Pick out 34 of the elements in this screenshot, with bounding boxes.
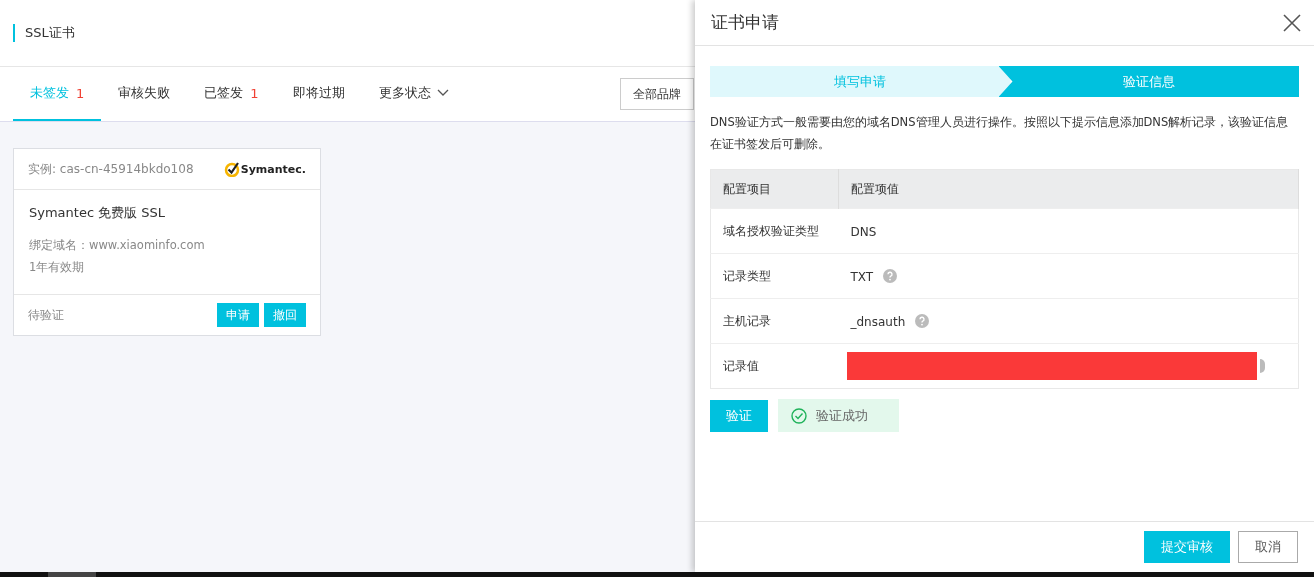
status-tab[interactable]: 即将过期 <box>275 67 362 121</box>
status-tab[interactable]: 审核失败 <box>101 67 188 121</box>
table-cell: TXT <box>850 269 874 284</box>
table-cell: 域名授权验证类型 <box>710 208 839 254</box>
help-icon[interactable] <box>883 269 897 284</box>
instance-id: 实例: cas-cn-45914bkdo108 <box>28 160 194 178</box>
bound-domain: 绑定域名：www.xiaominfo.com <box>29 237 206 254</box>
step-item: 填写申请 <box>710 66 1011 97</box>
step-item: 验证信息 <box>998 66 1299 97</box>
brand-logo: Symantec. <box>240 162 306 176</box>
validity-period: 1年有效期 <box>29 259 86 276</box>
help-icon[interactable] <box>915 314 930 329</box>
status-label: 待验证 <box>28 306 64 324</box>
help-icon[interactable] <box>1260 359 1266 373</box>
check-circle-icon <box>791 407 807 424</box>
status-tab[interactable]: 已签发 1 <box>187 67 276 121</box>
column-header: 配置项目 <box>710 169 839 209</box>
table-cell: _dnsauth <box>850 314 906 329</box>
table-cell: DNS <box>850 224 877 239</box>
instruction-text: DNS验证方式一般需要由您的域名DNS管理人员进行操作。按照以下提示信息添加DNS解析记录，该验证信息在证书签发后可删除。 <box>710 114 1290 153</box>
brand-filter-button[interactable]: 全部品牌 <box>620 78 694 110</box>
table-cell: 主机记录 <box>710 298 839 344</box>
table-cell: 记录值 <box>710 343 839 389</box>
column-header: 配置项值 <box>838 169 1299 209</box>
status-tab[interactable]: 更多状态 <box>361 67 466 121</box>
footer-button[interactable]: 取消 <box>1238 531 1298 563</box>
table-cell: 记录类型 <box>710 253 839 299</box>
page-title: SSL证书 <box>13 24 75 42</box>
drawer-title: 证书申请 <box>711 11 779 34</box>
status-tab[interactable]: 未签发 1 <box>13 67 102 121</box>
close-icon[interactable] <box>1283 13 1301 32</box>
product-name: Symantec 免费版 SSL <box>29 204 167 222</box>
verify-result-text: 验证成功 <box>816 406 868 425</box>
taskbar-item[interactable] <box>48 572 96 577</box>
